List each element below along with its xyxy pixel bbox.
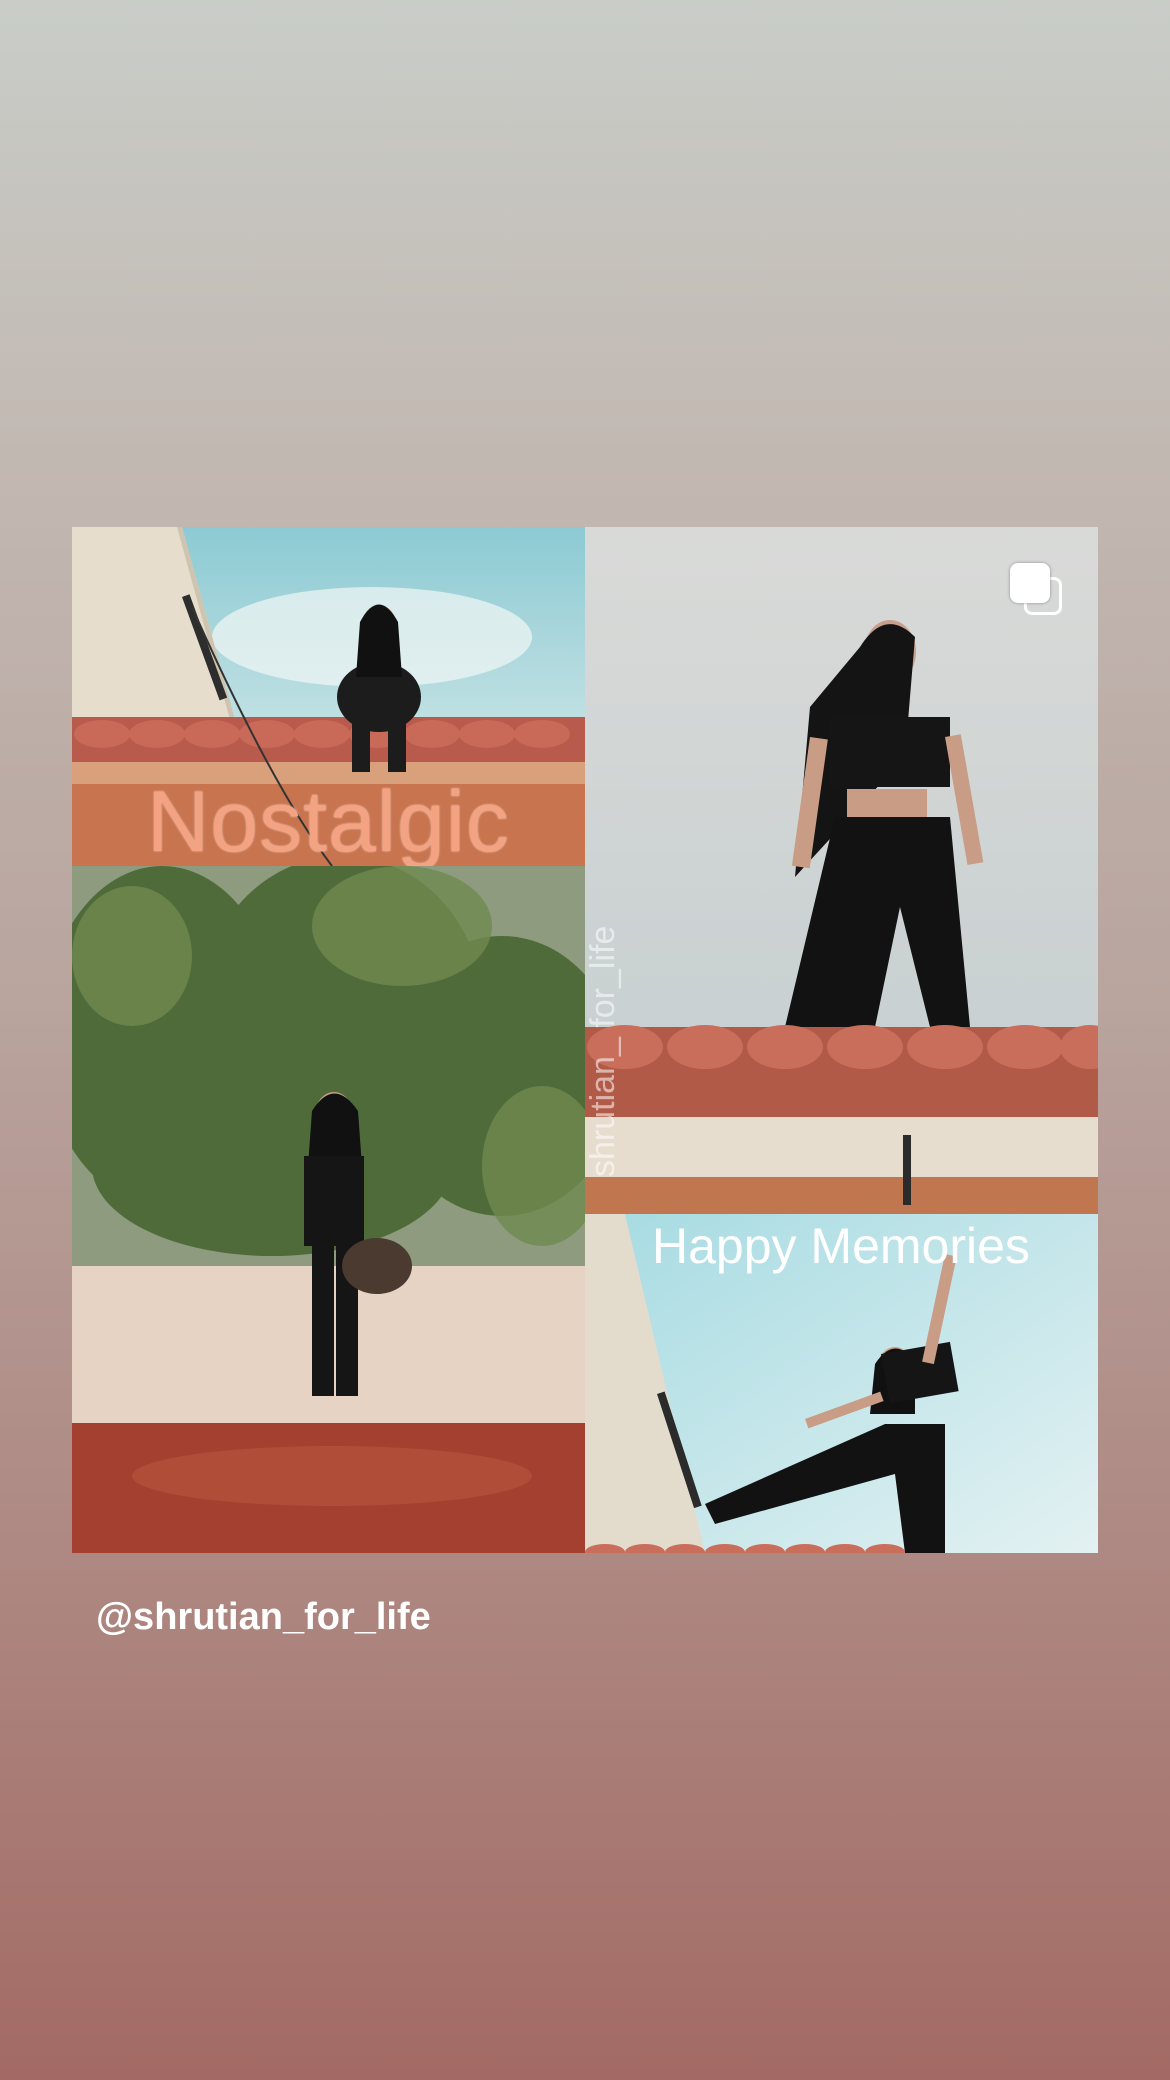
nostalgic-caption: Nostalgic (147, 774, 510, 866)
happy-memories-caption: Happy Memories (652, 1218, 1030, 1274)
photo-sitting-on-roof: Nostalgic (72, 527, 585, 866)
mention-tag[interactable]: @shrutian_for_life (96, 1596, 431, 1639)
story-post-collage[interactable]: Nostalgic Happy Memories shrutian_ for_l… (72, 527, 1098, 1553)
multiple-images-icon (1010, 563, 1062, 615)
photo-leaning-on-wall (72, 866, 585, 1553)
watermark-text: shrutian_ for_life (584, 925, 622, 1177)
photo-standing-on-roof (585, 527, 1098, 1214)
